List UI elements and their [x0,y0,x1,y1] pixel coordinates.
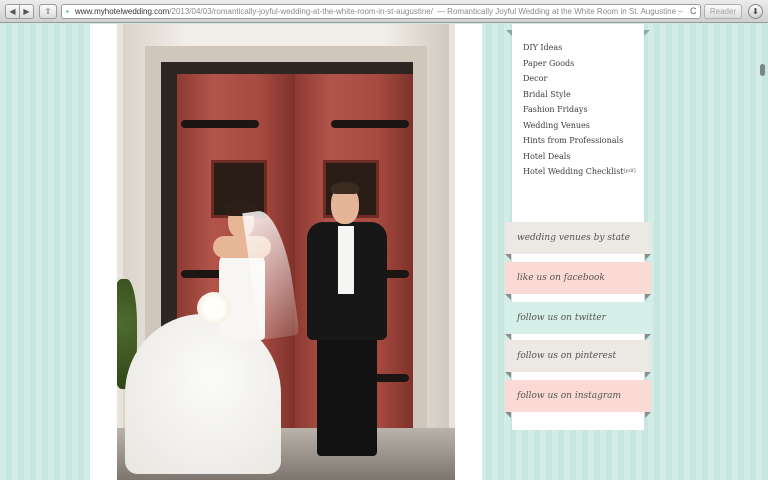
wedding-photo [117,24,455,480]
page-title: — Romantically Joyful Wedding at the Whi… [436,7,683,16]
instagram-button[interactable]: follow us on instagram [505,380,651,418]
ribbon-label: follow us on twitter [517,313,606,323]
browser-toolbar: ◀ ▶ ⇪ ▪ www.myhotelwedding.com/2013/04/03… [0,0,768,23]
back-icon: ◀ [9,7,16,16]
address-bar[interactable]: ▪ www.myhotelwedding.com/2013/04/03/roman… [61,4,701,19]
download-icon: ⬇ [752,7,759,16]
sidebar-item-fashion-fridays[interactable]: Fashion Fridays [523,102,644,118]
reload-icon: C [690,6,697,16]
ribbon-label: like us on facebook [517,273,605,283]
reader-button[interactable]: Reader [704,4,742,19]
sidebar-nav-panel: DIY Ideas Paper Goods Decor Bridal Style… [506,24,650,222]
wedding-venues-by-state-button[interactable]: wedding venues by state [505,222,651,260]
twitter-button[interactable]: follow us on twitter [505,302,651,340]
sidebar-item-wedding-venues[interactable]: Wedding Venues [523,118,644,134]
site-icon: ▪ [66,7,69,16]
sidebar-item-bridal-style[interactable]: Bridal Style [523,87,644,103]
checklist-label: Hotel Wedding Checklist [523,167,624,176]
share-button[interactable]: ⇪ [39,4,57,19]
facebook-button[interactable]: like us on facebook [505,262,651,300]
sidebar-item-hotel-deals[interactable]: Hotel Deals [523,149,644,165]
sidebar-item-hints-from-professionals[interactable]: Hints from Professionals [523,133,644,149]
forward-button[interactable]: ▶ [19,4,34,19]
back-button[interactable]: ◀ [5,4,20,19]
reload-button[interactable]: C [690,4,700,19]
pdf-badge: [pdf] [623,168,636,174]
ribbon-label: follow us on pinterest [517,351,617,361]
ribbon-label: follow us on instagram [517,391,622,401]
sidebar-item-hotel-wedding-checklist[interactable]: Hotel Wedding Checklist[pdf] [523,164,644,180]
sidebar-item-diy-ideas[interactable]: DIY Ideas [523,40,644,56]
bouquet [197,292,231,324]
sidebar-nav: DIY Ideas Paper Goods Decor Bridal Style… [512,24,644,180]
downloads-button[interactable]: ⬇ [748,4,763,19]
scrollbar-thumb[interactable] [760,64,765,76]
url-path: /2013/04/03/romantically-joyful-wedding-… [169,7,433,16]
sidebar-item-decor[interactable]: Decor [523,71,644,87]
pinterest-button[interactable]: follow us on pinterest [505,340,651,378]
ribbon-label: wedding venues by state [517,233,630,243]
share-icon: ⇪ [44,7,52,16]
url-host: www.myhotelwedding.com [75,7,170,16]
sidebar-item-paper-goods[interactable]: Paper Goods [523,56,644,72]
forward-icon: ▶ [23,7,30,16]
